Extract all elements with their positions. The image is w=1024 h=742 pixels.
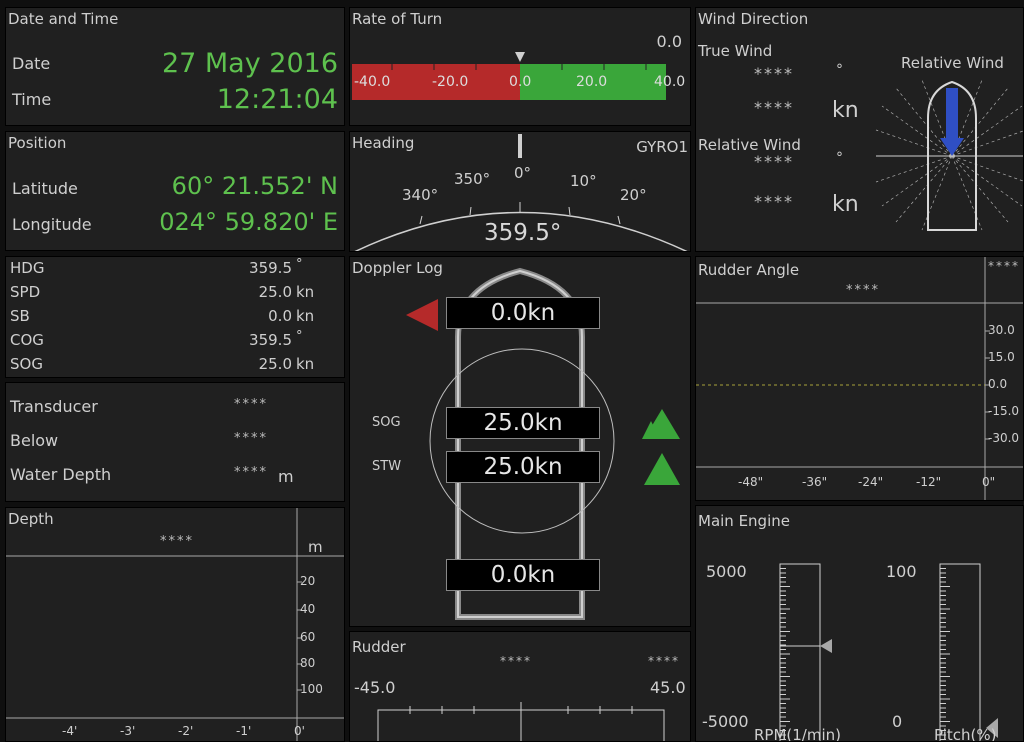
y-tick: 15.0 — [988, 350, 1015, 364]
nav-label: COG — [10, 331, 44, 349]
time-label: Time — [12, 90, 52, 109]
rpm-label: RPM(1/min) — [754, 726, 841, 742]
rpm-pointer — [820, 639, 832, 653]
nav-value: 25.0 — [258, 355, 292, 373]
nav-value: 359.5 — [249, 331, 292, 349]
nav-row: COG 359.5 ° — [10, 329, 340, 353]
nav-data-panel: HDG 359.5 ° SPD 25.0 kn SB 0.0 kn COG 35… — [5, 256, 345, 378]
y-tick: -15.0 — [988, 404, 1020, 418]
x-tick: -4' — [62, 724, 78, 738]
x-tick: -2' — [178, 724, 194, 738]
rudder-scale — [377, 702, 665, 741]
nav-unit: ° — [296, 257, 303, 272]
nav-label: SB — [10, 307, 30, 325]
y-tick: 20 — [300, 574, 316, 588]
bow-speed-box: 0.0kn — [446, 297, 600, 329]
below-value: **** — [234, 431, 268, 446]
rot-tick: 0.0 — [509, 74, 532, 90]
doppler-log-panel: Doppler Log 0.0kn SOG 25.0kn STW 25.0kn … — [349, 256, 691, 627]
position-panel: Position Latitude 60° 21.552' N Longitud… — [5, 131, 345, 251]
x-tick: -24" — [858, 475, 884, 489]
y-tick: 100 — [300, 682, 323, 696]
main-engine-panel: Main Engine 5000 -5000 100 0 RPM(1/min) … — [695, 505, 1024, 742]
heading-tick: 0° — [514, 164, 532, 182]
heading-value: 359.5° — [484, 220, 562, 246]
transducer-panel: Transducer **** Below **** Water Depth *… — [5, 382, 345, 502]
rate-of-turn-panel: Rate of Turn 0.0 -40.0 -20.0 0.0 20.0 40… — [349, 7, 691, 126]
stw-box: 25.0kn — [446, 451, 600, 483]
rudder-panel: Rudder **** **** -45.0 45.0 — [349, 631, 691, 742]
water-depth-unit: m — [278, 467, 294, 486]
nav-row: SB 0.0 kn — [10, 307, 340, 329]
y-tick: 30.0 — [988, 323, 1015, 337]
x-tick: -1' — [236, 724, 252, 738]
relative-wind-graphic — [875, 79, 1023, 231]
nav-label: SOG — [10, 355, 43, 373]
rudder-angle-graph — [696, 257, 1023, 500]
nav-value: 25.0 — [258, 283, 292, 301]
y-tick: 40 — [300, 602, 316, 616]
panel-title: Date and Time — [8, 10, 119, 28]
below-label: Below — [10, 431, 59, 450]
x-tick: 0" — [982, 475, 996, 489]
x-tick: -12" — [916, 475, 942, 489]
y-tick: 0.0 — [988, 377, 1008, 391]
x-tick: -36" — [802, 475, 828, 489]
y-tick: 60 — [300, 630, 316, 644]
bridge-display: Date and Time Date 27 May 2016 Time 12:2… — [0, 0, 1024, 742]
nav-value: 0.0 — [268, 307, 292, 325]
nav-row: HDG 359.5 ° — [10, 257, 340, 281]
nav-unit: kn — [296, 283, 315, 301]
nav-value: 359.5 — [249, 259, 292, 277]
heading-tick: 20° — [620, 186, 647, 204]
x-tick: -48" — [738, 475, 764, 489]
sog-box: 25.0kn — [446, 407, 600, 439]
date-value: 27 May 2016 — [161, 48, 338, 79]
water-depth-label: Water Depth — [10, 465, 112, 484]
pitch-label: Pitch(%) — [934, 726, 997, 742]
transducer-value: **** — [234, 397, 268, 412]
heading-tick: 10° — [570, 172, 597, 190]
heading-panel: Heading GYRO1 340° 350° 0° 10° 20° 359.5… — [349, 131, 691, 252]
stern-speed-box: 0.0kn — [446, 559, 600, 591]
nav-label: SPD — [10, 283, 41, 301]
nav-label: HDG — [10, 259, 45, 277]
rot-tick: 20.0 — [576, 74, 608, 90]
wind-direction-panel: Wind Direction True Wind **** ° **** kn … — [695, 7, 1024, 252]
heading-tick: 340° — [402, 186, 439, 204]
x-tick: 0' — [294, 724, 305, 738]
nav-row: SOG 25.0 kn — [10, 355, 340, 377]
rot-tick: 40.0 — [654, 74, 686, 90]
rudder-angle-panel: Rudder Angle **** **** 30.0 15.0 0.0 -15… — [695, 256, 1024, 501]
transducer-label: Transducer — [10, 397, 98, 416]
rot-bar — [352, 52, 666, 100]
latitude-value: 60° 21.552' N — [171, 172, 338, 200]
nav-unit: ° — [296, 329, 303, 344]
bow-lateral-arrow — [406, 299, 438, 331]
date-time-panel: Date and Time Date 27 May 2016 Time 12:2… — [5, 7, 345, 126]
depth-panel: Depth **** m 20 40 60 80 100 -4' -3' -2'… — [5, 507, 345, 742]
nav-row: SPD 25.0 kn — [10, 283, 340, 305]
rot-tick: -40.0 — [354, 74, 391, 90]
time-value: 12:21:04 — [216, 84, 338, 115]
nav-unit: kn — [296, 355, 315, 373]
heading-tick: 350° — [454, 170, 491, 188]
panel-title: Position — [8, 134, 67, 152]
date-label: Date — [12, 54, 51, 73]
rot-tick: -20.0 — [432, 74, 469, 90]
water-depth-value: **** — [234, 465, 268, 480]
engine-gauges — [779, 563, 998, 741]
nav-unit: kn — [296, 307, 315, 325]
stw-label: STW — [372, 459, 402, 474]
longitude-label: Longitude — [12, 215, 92, 234]
depth-graph — [6, 508, 344, 741]
y-tick: -30.0 — [988, 431, 1020, 445]
x-tick: -3' — [120, 724, 136, 738]
y-tick: 80 — [300, 656, 316, 670]
latitude-label: Latitude — [12, 179, 78, 198]
sog-label: SOG — [372, 415, 401, 430]
longitude-value: 024° 59.820' E — [159, 208, 338, 236]
